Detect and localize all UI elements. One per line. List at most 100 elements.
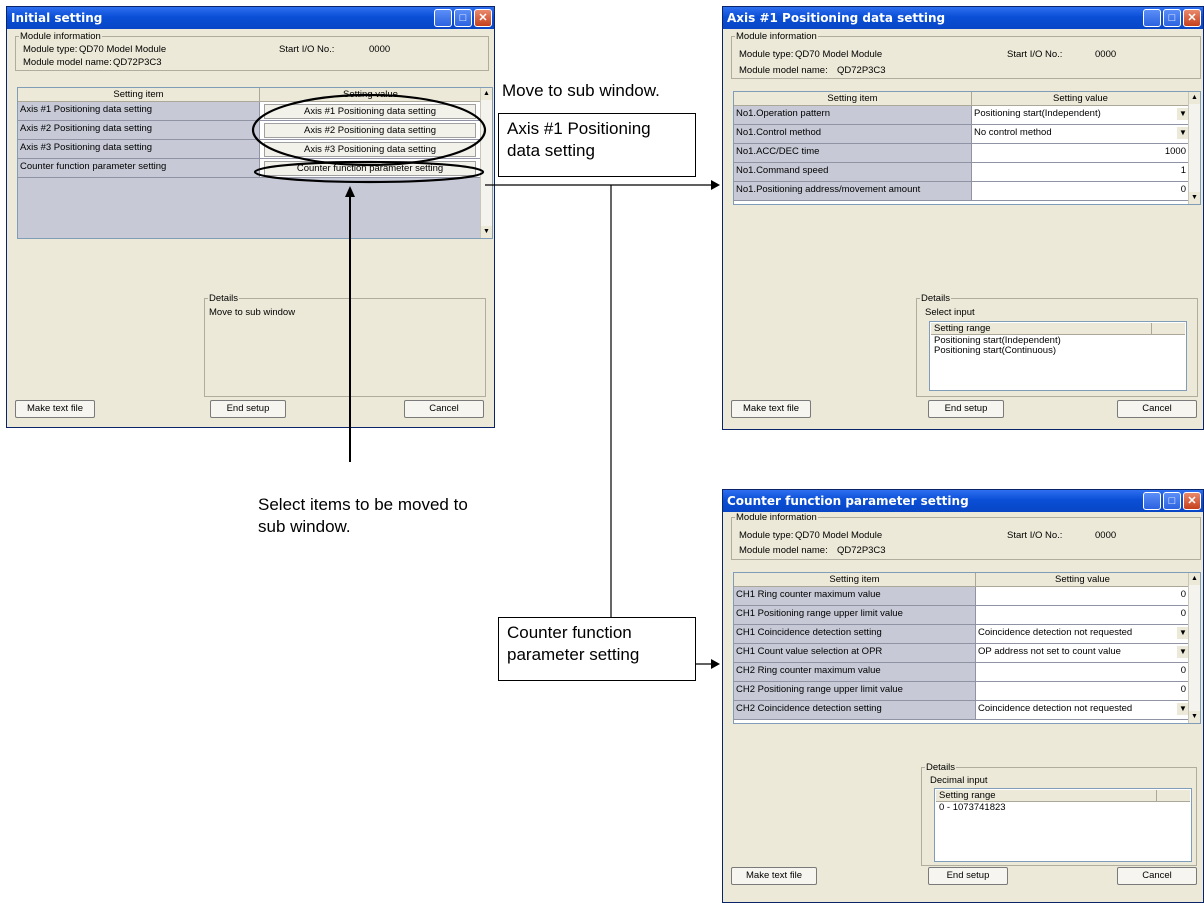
ch1-range-upper-limit-input[interactable]: 0 [976, 606, 1190, 625]
cancel-button[interactable]: Cancel [1117, 867, 1197, 885]
setting-item-cell: CH1 Ring counter maximum value [734, 587, 976, 606]
settings-grid: Setting item Setting value Axis #1 Posit… [17, 87, 493, 239]
end-setup-button[interactable]: End setup [928, 400, 1004, 418]
close-icon: ✕ [1187, 12, 1197, 24]
window-title: Axis #1 Positioning data setting [727, 11, 946, 25]
end-setup-button[interactable]: End setup [210, 400, 286, 418]
list-item[interactable]: 0 - 1073741823 [939, 802, 1006, 813]
module-model-label: Module model name: [739, 65, 828, 76]
counter-function-button[interactable]: Counter function parameter setting [264, 161, 476, 176]
setting-item-cell: CH1 Positioning range upper limit value [734, 606, 976, 625]
ch1-ring-counter-input[interactable]: 0 [976, 587, 1190, 606]
setting-item-cell: No1.Operation pattern [734, 106, 972, 125]
table-row: Axis #3 Positioning data setting Axis #3… [18, 140, 482, 159]
acc-dec-time-input[interactable]: 1000 [972, 144, 1190, 163]
scroll-up-icon[interactable]: ▲ [481, 88, 492, 100]
table-row: No1.Control method No control method ▼ [734, 125, 1190, 144]
details-text: Select input [925, 307, 975, 318]
dropdown-value: Coincidence detection not requested [978, 627, 1133, 638]
module-model-value: QD72P3C3 [113, 57, 162, 68]
start-io-label: Start I/O No.: [1007, 49, 1063, 60]
maximize-button[interactable]: □ [1163, 492, 1181, 510]
maximize-button[interactable]: □ [1163, 9, 1181, 27]
control-method-dropdown[interactable]: No control method ▼ [972, 125, 1190, 144]
close-button[interactable]: ✕ [1183, 492, 1201, 510]
axis1-positioning-window: Axis #1 Positioning data setting _ □ ✕ M… [722, 6, 1204, 430]
ch2-ring-counter-input[interactable]: 0 [976, 663, 1190, 682]
title-bar[interactable]: Counter function parameter setting _ □ ✕ [723, 490, 1203, 512]
scroll-up-icon[interactable]: ▲ [1189, 92, 1200, 104]
scroll-down-icon[interactable]: ▼ [1189, 192, 1200, 204]
vertical-scrollbar[interactable]: ▲ ▼ [1188, 92, 1200, 204]
setting-item-cell: Axis #1 Positioning data setting [18, 102, 260, 121]
scroll-up-icon[interactable]: ▲ [1189, 573, 1200, 585]
list-item[interactable]: Positioning start(Continuous) [934, 345, 1056, 356]
axis1-positioning-button[interactable]: Axis #1 Positioning data setting [264, 104, 476, 119]
operation-pattern-dropdown[interactable]: Positioning start(Independent) ▼ [972, 106, 1190, 125]
start-io-value: 0000 [369, 44, 391, 55]
setting-range-list[interactable]: Setting range Positioning start(Independ… [929, 321, 1187, 391]
title-bar[interactable]: Initial setting _ □ ✕ [7, 7, 494, 29]
vertical-scrollbar[interactable]: ▲ ▼ [1188, 573, 1200, 723]
connector-arrow-head-counter [711, 659, 720, 669]
make-text-file-button[interactable]: Make text file [15, 400, 95, 418]
ch2-coincidence-dropdown[interactable]: Coincidence detection not requested ▼ [976, 701, 1190, 720]
setting-value-cell: Counter function parameter setting [260, 159, 482, 178]
dropdown-value: OP address not set to count value [978, 646, 1121, 657]
scroll-down-icon[interactable]: ▼ [1189, 711, 1200, 723]
minimize-button[interactable]: _ [1143, 9, 1161, 28]
make-text-file-button[interactable]: Make text file [731, 867, 817, 885]
settings-grid: Setting item Setting value CH1 Ring coun… [733, 572, 1201, 724]
details-legend: Details [926, 762, 956, 773]
setting-range-header-label: Setting range [939, 790, 996, 801]
positioning-address-input[interactable]: 0 [972, 182, 1190, 201]
table-row: Axis #2 Positioning data setting Axis #2… [18, 121, 482, 140]
module-type-label: Module type: [23, 44, 78, 55]
counter-annotation-box: Counter function parameter setting [498, 617, 696, 681]
close-button[interactable]: ✕ [474, 9, 492, 27]
setting-item-cell: Counter function parameter setting [18, 159, 260, 178]
table-row: Axis #1 Positioning data setting Axis #1… [18, 102, 482, 121]
setting-value-header: Setting value [976, 573, 1190, 587]
maximize-icon: □ [1168, 495, 1176, 507]
minimize-icon: _ [439, 14, 447, 28]
vertical-scrollbar[interactable]: ▲ ▼ [480, 88, 492, 238]
end-setup-button[interactable]: End setup [928, 867, 1008, 885]
details-text: Decimal input [930, 775, 988, 786]
start-io-label: Start I/O No.: [1007, 530, 1063, 541]
close-button[interactable]: ✕ [1183, 9, 1201, 27]
title-bar[interactable]: Axis #1 Positioning data setting _ □ ✕ [723, 7, 1203, 29]
minimize-button[interactable]: _ [434, 9, 452, 28]
axis2-positioning-button[interactable]: Axis #2 Positioning data setting [264, 123, 476, 138]
details-legend: Details [209, 293, 239, 304]
maximize-button[interactable]: □ [454, 9, 472, 27]
axis-annotation-box: Axis #1 Positioning data setting [498, 113, 696, 177]
setting-range-list[interactable]: Setting range 0 - 1073741823 [934, 788, 1192, 862]
axis3-positioning-button[interactable]: Axis #3 Positioning data setting [264, 142, 476, 157]
column-divider [1156, 790, 1157, 802]
setting-item-cell: No1.Command speed [734, 163, 972, 182]
setting-item-cell: CH1 Count value selection at OPR [734, 644, 976, 663]
connector-arrow-head-axis [711, 180, 720, 190]
maximize-icon: □ [1168, 12, 1176, 24]
make-text-file-button[interactable]: Make text file [731, 400, 811, 418]
ch1-count-value-dropdown[interactable]: OP address not set to count value ▼ [976, 644, 1190, 663]
command-speed-input[interactable]: 1 [972, 163, 1190, 182]
start-io-value: 0000 [1095, 530, 1117, 541]
counter-function-window: Counter function parameter setting _ □ ✕… [722, 489, 1204, 903]
module-type-value: QD70 Model Module [79, 44, 167, 55]
minimize-button[interactable]: _ [1143, 492, 1161, 511]
module-information-legend: Module information [736, 31, 817, 42]
cancel-button[interactable]: Cancel [404, 400, 484, 418]
ch1-coincidence-dropdown[interactable]: Coincidence detection not requested ▼ [976, 625, 1190, 644]
ch2-range-upper-limit-input[interactable]: 0 [976, 682, 1190, 701]
table-row: No1.ACC/DEC time 1000 [734, 144, 1190, 163]
cancel-button[interactable]: Cancel [1117, 400, 1197, 418]
select-items-annotation: Select items to be moved to sub window. [258, 495, 468, 536]
table-row: CH1 Positioning range upper limit value … [734, 606, 1190, 625]
setting-value-header: Setting value [260, 88, 482, 102]
setting-item-header: Setting item [734, 573, 976, 587]
setting-range-header-label: Setting range [934, 323, 991, 334]
scroll-down-icon[interactable]: ▼ [481, 226, 492, 238]
setting-value-cell: Axis #3 Positioning data setting [260, 140, 482, 159]
